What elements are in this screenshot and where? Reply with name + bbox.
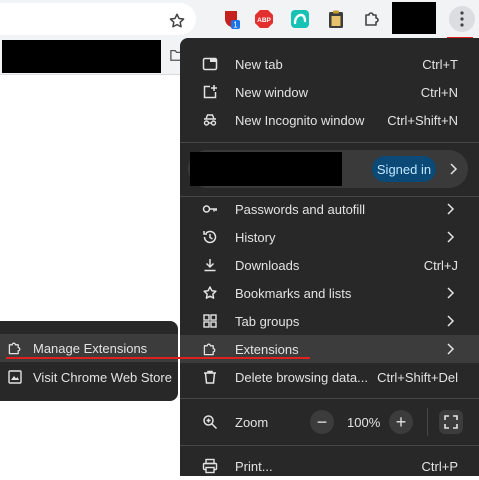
browser-toolbar: 1 ABP xyxy=(0,0,479,39)
menu-item-shortcut: Ctrl+Shift+Del xyxy=(377,370,458,385)
menu-item-shortcut: Ctrl+Shift+N xyxy=(387,113,458,128)
chevron-right-icon xyxy=(447,343,455,355)
menu-item-label: New tab xyxy=(235,57,283,72)
chevron-right-icon xyxy=(447,287,455,299)
menu-item-bookmarks[interactable]: Bookmarks and lists xyxy=(180,279,479,307)
menu-item-label: Extensions xyxy=(235,342,299,357)
menu-item-shortcut: Ctrl+P xyxy=(421,459,458,474)
zoom-value: 100% xyxy=(347,415,381,430)
chevron-right-icon xyxy=(447,231,455,243)
zoom-label: Zoom xyxy=(235,415,269,430)
history-icon xyxy=(203,230,217,244)
chrome-main-menu: New tab Ctrl+T New window Ctrl+N New Inc… xyxy=(180,38,479,476)
menu-divider xyxy=(180,398,479,399)
annotation-underline-extensions xyxy=(6,357,310,359)
bookmark-star-icon[interactable] xyxy=(168,12,186,30)
menu-item-incognito[interactable]: New Incognito window Ctrl+Shift+N xyxy=(180,106,479,134)
menu-item-shortcut: Ctrl+N xyxy=(420,85,458,100)
menu-item-label: Passwords and autofill xyxy=(235,202,366,217)
star-icon xyxy=(203,286,217,299)
puzzle-icon xyxy=(8,342,21,355)
menu-item-new-window[interactable]: New window Ctrl+N xyxy=(180,78,479,106)
menu-item-label: New Incognito window xyxy=(235,113,365,128)
profile-row[interactable]: Signed in xyxy=(188,150,468,188)
chevron-right-icon xyxy=(447,315,455,327)
adblock-plus-icon[interactable]: ABP xyxy=(254,9,274,29)
menu-divider xyxy=(180,445,479,446)
menu-item-delete-browsing-data[interactable]: Delete browsing data... Ctrl+Shift+Del xyxy=(180,363,479,391)
web-store-icon xyxy=(8,370,22,384)
bookmarks-redacted xyxy=(2,40,161,73)
submenu-item-label: Visit Chrome Web Store xyxy=(33,370,172,385)
menu-item-label: New window xyxy=(235,85,308,100)
download-icon xyxy=(204,259,216,272)
profile-name-redacted xyxy=(190,152,342,186)
menu-item-new-tab[interactable]: New tab Ctrl+T xyxy=(180,50,479,78)
puzzle-icon xyxy=(203,343,216,356)
zoom-in-button[interactable]: + xyxy=(389,410,413,434)
menu-item-label: History xyxy=(235,230,276,245)
key-icon xyxy=(202,205,217,213)
zoom-divider xyxy=(427,408,428,436)
clipboard-extension-icon[interactable] xyxy=(326,9,346,29)
chrome-menu-button[interactable] xyxy=(449,6,475,32)
chevron-right-icon xyxy=(447,203,455,215)
profile-avatar-redacted[interactable] xyxy=(392,2,436,34)
shield-extension-icon[interactable]: 1 xyxy=(221,9,241,29)
incognito-icon xyxy=(203,114,217,126)
chevron-right-icon xyxy=(450,163,458,175)
submenu-item-web-store[interactable]: Visit Chrome Web Store xyxy=(0,363,178,391)
tab-groups-icon xyxy=(203,314,217,328)
menu-item-label: Print... xyxy=(235,459,273,474)
menu-item-shortcut: Ctrl+T xyxy=(422,57,458,72)
address-bar[interactable] xyxy=(0,3,196,35)
menu-item-label: Tab groups xyxy=(235,314,300,329)
trash-icon xyxy=(204,370,216,384)
menu-item-label: Delete browsing data... xyxy=(235,370,368,385)
print-icon xyxy=(202,458,218,474)
extensions-puzzle-icon[interactable] xyxy=(362,9,382,29)
menu-item-history[interactable]: History xyxy=(180,223,479,251)
teal-extension-icon[interactable] xyxy=(290,9,310,29)
signed-in-badge: Signed in xyxy=(372,156,436,182)
svg-text:1: 1 xyxy=(233,21,238,30)
new-window-icon xyxy=(203,85,217,99)
menu-item-label: Bookmarks and lists xyxy=(235,286,352,301)
menu-item-label: Downloads xyxy=(235,258,300,273)
submenu-item-label: Manage Extensions xyxy=(33,341,148,356)
zoom-out-button[interactable]: − xyxy=(310,410,334,434)
extensions-submenu: Manage Extensions Visit Chrome Web Store xyxy=(0,321,178,401)
menu-divider xyxy=(180,142,479,143)
fullscreen-icon xyxy=(444,415,458,429)
svg-text:ABP: ABP xyxy=(257,17,271,24)
zoom-row: Zoom − 100% + xyxy=(180,408,479,436)
menu-item-shortcut: Ctrl+J xyxy=(423,258,458,273)
menu-item-downloads[interactable]: Downloads Ctrl+J xyxy=(180,251,479,279)
more-vert-icon xyxy=(460,11,464,27)
zoom-icon xyxy=(203,415,218,430)
menu-item-tab-groups[interactable]: Tab groups xyxy=(180,307,479,335)
new-tab-icon xyxy=(202,57,218,71)
menu-item-passwords[interactable]: Passwords and autofill xyxy=(180,195,479,223)
fullscreen-button[interactable] xyxy=(439,410,463,434)
